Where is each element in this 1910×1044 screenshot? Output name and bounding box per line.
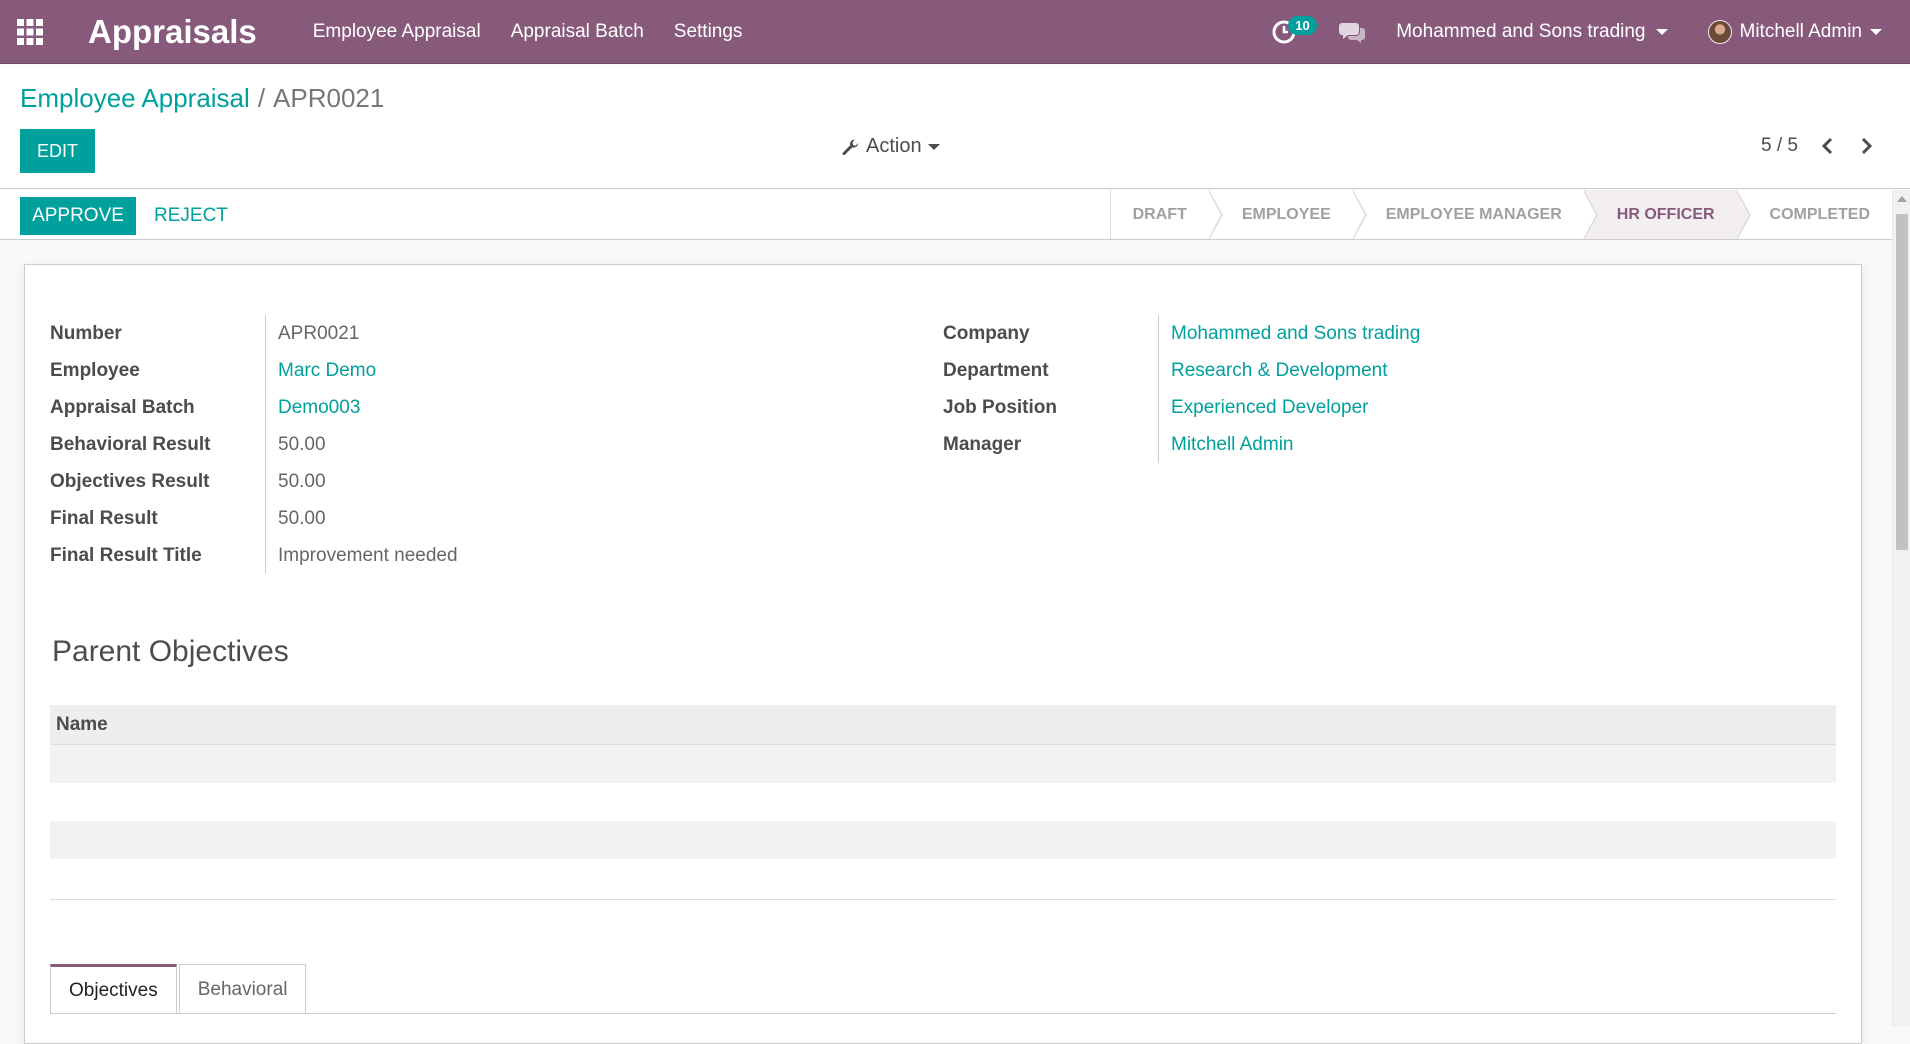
menu-employee-appraisal[interactable]: Employee Appraisal xyxy=(313,21,481,43)
field-company: Company Mohammed and Sons trading xyxy=(943,315,1823,352)
caret-down-icon xyxy=(1655,28,1668,35)
app-grid-icon[interactable] xyxy=(0,0,60,64)
action-dropdown[interactable]: Action xyxy=(840,135,940,158)
table-header: Name xyxy=(50,705,1836,745)
chevron-right-icon[interactable] xyxy=(1856,135,1878,157)
scrollbar-thumb[interactable] xyxy=(1896,214,1908,550)
field-department: Department Research & Development xyxy=(943,352,1823,389)
field-value: 50.00 xyxy=(265,500,930,537)
field-employee: Employee Marc Demo xyxy=(50,352,930,389)
company-name: Mohammed and Sons trading xyxy=(1396,20,1646,42)
field-label: Number xyxy=(50,322,122,344)
scroll-up-icon[interactable] xyxy=(1897,196,1907,202)
stage-employee[interactable]: EMPLOYEE xyxy=(1208,190,1367,240)
field-value: APR0021 xyxy=(265,315,930,352)
stage-label: DRAFT xyxy=(1132,205,1187,223)
chat-icon[interactable] xyxy=(1338,17,1368,47)
status-bar: APPROVE REJECT DRAFT EMPLOYEE EMPLOYEE M… xyxy=(0,190,1892,240)
tabs-divider xyxy=(50,1013,1836,1014)
stage-employee-manager[interactable]: EMPLOYEE MANAGER xyxy=(1352,190,1598,240)
table-footer-divider xyxy=(50,899,1836,900)
field-appraisal-batch: Appraisal Batch Demo003 xyxy=(50,389,930,426)
field-value: 50.00 xyxy=(265,426,930,463)
stage-completed[interactable]: COMPLETED xyxy=(1736,190,1892,239)
field-label: Manager xyxy=(943,433,1022,455)
user-name: Mitchell Admin xyxy=(1739,20,1863,42)
activity-count-badge: 10 xyxy=(1288,15,1317,35)
breadcrumb-parent[interactable]: Employee Appraisal xyxy=(20,83,250,113)
column-header-name[interactable]: Name xyxy=(56,714,108,736)
systray: 10 Mohammed and Sons trading Mitchell Ad… xyxy=(1264,0,1910,64)
job-position-link[interactable]: Experienced Developer xyxy=(1158,389,1823,426)
field-label: Final Result Title xyxy=(50,544,202,566)
notebook-tabs: Objectives Behavioral xyxy=(50,964,308,1014)
stage-pipeline: DRAFT EMPLOYEE EMPLOYEE MANAGER HR OFFIC… xyxy=(1109,190,1892,240)
department-link[interactable]: Research & Development xyxy=(1158,352,1823,389)
caret-down-icon xyxy=(927,143,940,150)
field-label: Employee xyxy=(50,359,140,381)
breadcrumb-current: APR0021 xyxy=(273,83,385,113)
field-value: 50.00 xyxy=(265,463,930,500)
top-navbar: Appraisals Employee Appraisal Appraisal … xyxy=(0,0,1910,64)
table-row xyxy=(50,745,1836,783)
main-menu: Employee Appraisal Appraisal Batch Setti… xyxy=(313,21,743,43)
stage-label: EMPLOYEE xyxy=(1241,205,1331,223)
field-number: Number APR0021 xyxy=(50,315,930,352)
avatar xyxy=(1707,19,1732,44)
reject-button[interactable]: REJECT xyxy=(146,197,236,235)
tab-objectives[interactable]: Objectives xyxy=(50,964,177,1014)
table-row xyxy=(50,821,1836,859)
employee-link[interactable]: Marc Demo xyxy=(265,352,930,389)
field-value: Improvement needed xyxy=(265,537,930,574)
parent-objectives-table: Name xyxy=(50,705,1836,900)
caret-down-icon xyxy=(1870,28,1882,35)
field-label: Behavioral Result xyxy=(50,433,211,455)
stage-hr-officer[interactable]: HR OFFICER xyxy=(1583,190,1751,240)
company-link[interactable]: Mohammed and Sons trading xyxy=(1158,315,1823,352)
field-label: Job Position xyxy=(943,396,1057,418)
menu-appraisal-batch[interactable]: Appraisal Batch xyxy=(511,21,644,43)
stage-draft[interactable]: DRAFT xyxy=(1109,190,1223,240)
control-panel: Employee Appraisal / APR0021 EDIT Action 5… xyxy=(0,65,1910,189)
tab-behavioral[interactable]: Behavioral xyxy=(178,964,307,1014)
table-row xyxy=(50,783,1836,821)
pager: 5 / 5 xyxy=(1761,135,1878,157)
field-behavioral-result: Behavioral Result 50.00 xyxy=(50,426,930,463)
stage-label: EMPLOYEE MANAGER xyxy=(1385,205,1562,223)
right-field-group: Company Mohammed and Sons trading Depart… xyxy=(943,315,1823,463)
edit-button[interactable]: EDIT xyxy=(20,129,95,173)
field-label: Objectives Result xyxy=(50,470,210,492)
field-manager: Manager Mitchell Admin xyxy=(943,426,1823,463)
form-sheet: Number APR0021 Employee Marc Demo Apprai… xyxy=(24,264,1862,1044)
field-objectives-result: Objectives Result 50.00 xyxy=(50,463,930,500)
activity-button[interactable]: 10 xyxy=(1264,12,1317,52)
pager-value[interactable]: 5 / 5 xyxy=(1761,135,1798,157)
wrench-icon xyxy=(842,139,859,155)
action-label: Action xyxy=(866,135,922,157)
parent-objectives-title: Parent Objectives xyxy=(52,635,289,668)
user-menu[interactable]: Mitchell Admin xyxy=(1707,19,1882,44)
appraisal-batch-link[interactable]: Demo003 xyxy=(265,389,930,426)
chevron-left-icon[interactable] xyxy=(1816,135,1838,157)
menu-settings[interactable]: Settings xyxy=(674,21,743,43)
field-label: Department xyxy=(943,359,1049,381)
vertical-scrollbar[interactable] xyxy=(1892,190,1910,1026)
manager-link[interactable]: Mitchell Admin xyxy=(1158,426,1823,463)
field-label: Final Result xyxy=(50,507,158,529)
company-switcher[interactable]: Mohammed and Sons trading xyxy=(1396,20,1668,43)
field-final-result: Final Result 50.00 xyxy=(50,500,930,537)
field-job-position: Job Position Experienced Developer xyxy=(943,389,1823,426)
stage-label: COMPLETED xyxy=(1769,205,1870,223)
field-final-result-title: Final Result Title Improvement needed xyxy=(50,537,930,574)
left-field-group: Number APR0021 Employee Marc Demo Apprai… xyxy=(50,315,930,574)
stage-label: HR OFFICER xyxy=(1616,205,1715,223)
approve-button[interactable]: APPROVE xyxy=(20,197,136,235)
breadcrumb: Employee Appraisal / APR0021 xyxy=(20,83,384,114)
field-label: Appraisal Batch xyxy=(50,396,195,418)
app-title[interactable]: Appraisals xyxy=(88,13,257,51)
breadcrumb-separator: / xyxy=(257,83,266,113)
field-label: Company xyxy=(943,322,1030,344)
